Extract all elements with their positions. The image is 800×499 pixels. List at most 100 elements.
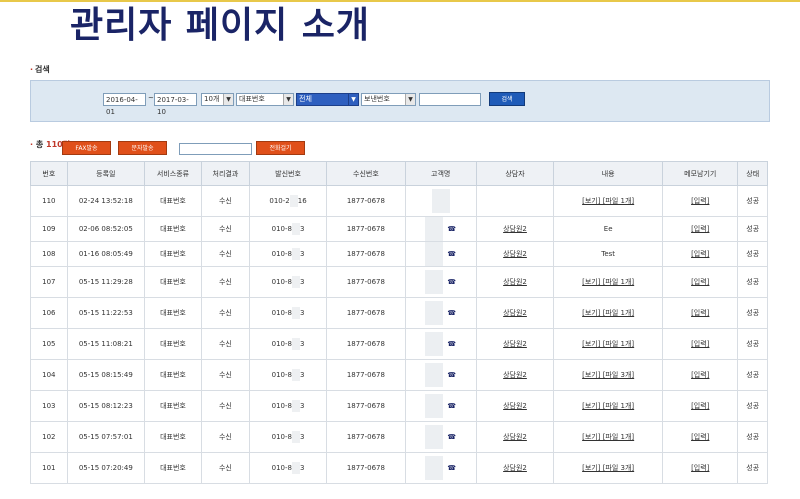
cell-date: 02-06 08:52:05 <box>66 216 146 242</box>
col-header-no: 번호 <box>30 161 68 186</box>
header-accent-line <box>0 0 800 2</box>
cell-service: 대표번호 <box>144 297 202 329</box>
cell-content[interactable]: [보기] [파일 1개] <box>553 421 664 453</box>
cell-content[interactable]: Test <box>553 241 664 267</box>
phone-icon[interactable]: ☎ <box>447 225 456 233</box>
slide-title: 관리자 페이지 소개 <box>70 5 371 46</box>
cell-status: 성공 <box>737 216 768 242</box>
phone-icon[interactable]: ☎ <box>447 464 456 472</box>
table-row: 102 05-15 07:57:01 대표번호 수신 010-8 3 1877-0678 ☎ 상… <box>30 421 768 453</box>
cell-content[interactable]: [보기] [파일 1개] <box>553 390 664 422</box>
phone-icon[interactable]: ☎ <box>447 250 456 258</box>
fax-send-button[interactable]: FAX발송 <box>62 141 111 155</box>
cell-memo[interactable]: [입력] <box>662 328 739 360</box>
phone-icon[interactable]: ☎ <box>447 278 456 286</box>
phone-icon[interactable]: ☎ <box>447 371 456 379</box>
cell-agent[interactable]: 상담원2 <box>475 328 555 360</box>
cell-agent[interactable]: 상담원2 <box>475 297 555 329</box>
cell-customer: ☎ <box>404 241 477 267</box>
cell-result: 수신 <box>201 266 250 298</box>
cell-memo[interactable]: [입력] <box>662 241 739 267</box>
type-select[interactable]: 보낸번호 ▼ <box>361 93 416 106</box>
cell-agent[interactable]: 상담원2 <box>475 390 555 422</box>
cell-service: 대표번호 <box>144 359 202 391</box>
cell-from: 010-8 3 <box>248 452 328 484</box>
cell-result: 수신 <box>201 452 250 484</box>
date-to-input[interactable]: 2017-03-10 <box>154 93 197 116</box>
cell-date: 05-15 08:12:23 <box>66 390 146 422</box>
cell-no: 103 <box>30 390 68 422</box>
call-number-input[interactable] <box>179 143 252 155</box>
phone-icon[interactable]: ☎ <box>447 402 456 410</box>
phone-icon[interactable]: ☎ <box>447 340 456 348</box>
cell-memo[interactable]: [입력] <box>662 421 739 453</box>
call-log-table: 번호 등록일 서비스종류 처리결과 발신번호 수신번호 고객명 상담자 내용 메… <box>30 161 768 484</box>
cell-content[interactable]: [보기] [파일 3개] <box>553 359 664 391</box>
cell-result: 수신 <box>201 359 250 391</box>
phone-icon[interactable]: ☎ <box>447 433 456 441</box>
cell-status: 성공 <box>737 421 768 453</box>
redacted-block <box>425 301 444 325</box>
cell-service: 대표번호 <box>144 452 202 484</box>
cell-memo[interactable]: [입력] <box>662 390 739 422</box>
cell-memo[interactable]: [입력] <box>662 216 739 242</box>
table-row: 107 05-15 11:29:28 대표번호 수신 010-8 3 1877-0678 ☎ 상… <box>30 266 768 298</box>
cell-content[interactable]: [보기] [파일 1개] <box>553 297 664 329</box>
cell-agent[interactable] <box>475 185 555 217</box>
col-header-to: 수신번호 <box>326 161 406 186</box>
chevron-down-icon: ▼ <box>348 94 358 105</box>
cell-agent[interactable]: 상담원2 <box>475 241 555 267</box>
per-page-select[interactable]: 10개 ▼ <box>201 93 234 106</box>
cell-agent[interactable]: 상담원2 <box>475 266 555 298</box>
cell-content[interactable]: [보기] [파일 1개] <box>553 328 664 360</box>
redacted-block <box>291 462 300 474</box>
chevron-down-icon: ▼ <box>405 94 415 105</box>
cell-result: 수신 <box>201 241 250 267</box>
cell-customer <box>404 185 477 217</box>
cell-content[interactable]: [보기] [파일 3개] <box>553 452 664 484</box>
redacted-block <box>291 276 300 288</box>
cell-to: 1877-0678 <box>326 390 406 422</box>
cell-memo[interactable]: [입력] <box>662 452 739 484</box>
cell-service: 대표번호 <box>144 216 202 242</box>
table-row: 106 05-15 11:22:53 대표번호 수신 010-8 3 1877-0678 ☎ 상… <box>30 297 768 329</box>
cell-from: 010-2 16 <box>248 185 328 217</box>
cell-no: 102 <box>30 421 68 453</box>
chevron-down-icon: ▼ <box>283 94 293 105</box>
cell-memo[interactable]: [입력] <box>662 297 739 329</box>
cell-to: 1877-0678 <box>326 328 406 360</box>
call-button[interactable]: 전화걸기 <box>256 141 305 155</box>
cell-date: 05-15 11:08:21 <box>66 328 146 360</box>
cell-to: 1877-0678 <box>326 359 406 391</box>
scope-select[interactable]: 전체 ▼ <box>296 93 359 106</box>
cell-content[interactable]: [보기] [파일 1개] <box>553 185 664 217</box>
cell-agent[interactable]: 상담원2 <box>475 452 555 484</box>
cell-date: 02-24 13:52:18 <box>66 185 146 217</box>
cell-date: 05-15 11:29:28 <box>66 266 146 298</box>
cell-customer: ☎ <box>404 328 477 360</box>
field-select[interactable]: 대표번호 ▼ <box>236 93 294 106</box>
keyword-input[interactable] <box>419 93 481 106</box>
cell-customer: ☎ <box>404 452 477 484</box>
cell-service: 대표번호 <box>144 241 202 267</box>
cell-date: 05-15 11:22:53 <box>66 297 146 329</box>
cell-agent[interactable]: 상담원2 <box>475 421 555 453</box>
cell-memo[interactable]: [입력] <box>662 266 739 298</box>
cell-customer: ☎ <box>404 421 477 453</box>
col-header-from: 발신번호 <box>248 161 328 186</box>
phone-icon[interactable]: ☎ <box>447 309 456 317</box>
cell-no: 105 <box>30 328 68 360</box>
search-button[interactable]: 검색 <box>489 92 525 106</box>
cell-memo[interactable]: [입력] <box>662 185 739 217</box>
sms-send-button[interactable]: 문자발송 <box>118 141 167 155</box>
cell-content[interactable]: Ee <box>553 216 664 242</box>
table-row: 109 02-06 08:52:05 대표번호 수신 010-8 3 1877-0678 ☎ 상… <box>30 216 768 242</box>
cell-no: 110 <box>30 185 68 217</box>
date-from-input[interactable]: 2016-04-01 <box>103 93 146 116</box>
cell-agent[interactable]: 상담원2 <box>475 359 555 391</box>
cell-memo[interactable]: [입력] <box>662 359 739 391</box>
table-row: 101 05-15 07:20:49 대표번호 수신 010-8 3 1877-0678 ☎ 상… <box>30 452 768 484</box>
cell-agent[interactable]: 상담원2 <box>475 216 555 242</box>
cell-content[interactable]: [보기] [파일 1개] <box>553 266 664 298</box>
cell-no: 104 <box>30 359 68 391</box>
